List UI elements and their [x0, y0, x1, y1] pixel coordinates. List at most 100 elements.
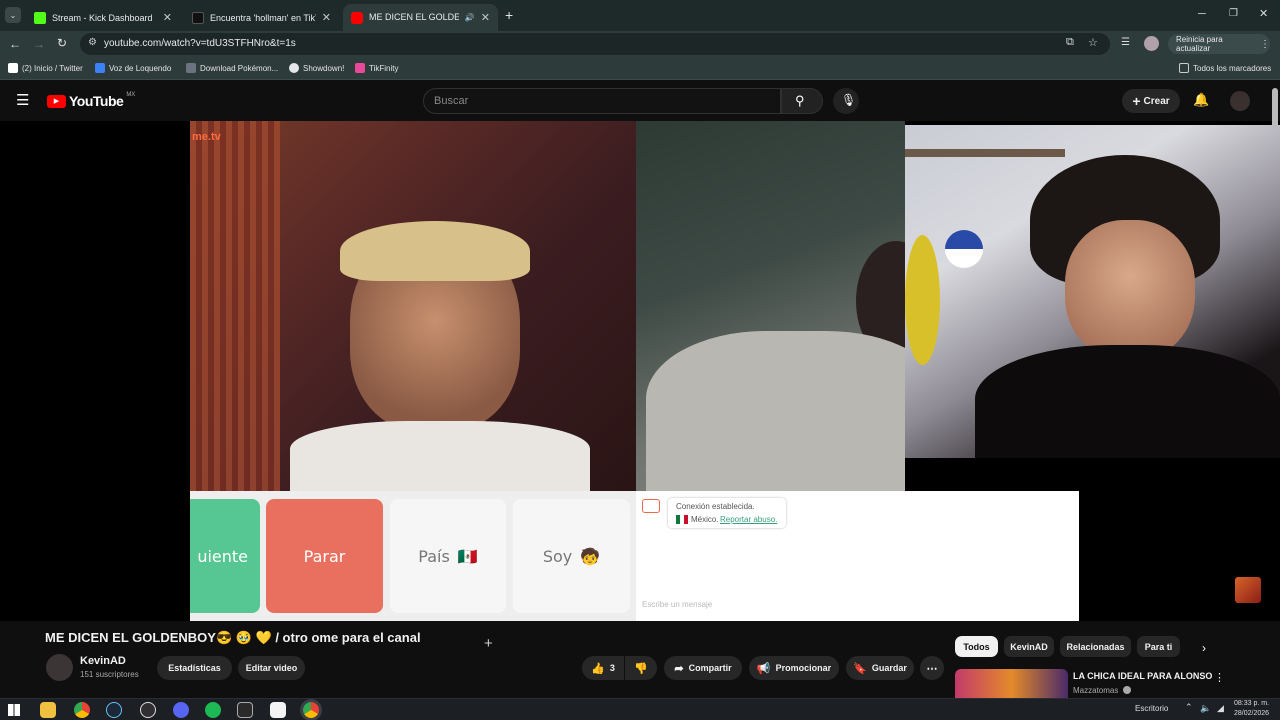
chrome-icon[interactable]	[74, 702, 90, 718]
tab-kick[interactable]: Stream - Kick Dashboard ✕	[26, 4, 180, 31]
page-scrollbar[interactable]	[1272, 88, 1278, 128]
update-label: Reinicia para actualizar	[1176, 35, 1223, 53]
site-info-icon[interactable]: ⚙	[88, 37, 97, 48]
tray-chevron-icon[interactable]: ⌃	[1185, 702, 1193, 713]
address-bar[interactable]: ⚙ youtube.com/watch?v=tdU3STFHNro&t=1s ⧉…	[80, 33, 1110, 55]
bookmark-loquendo[interactable]: Voz de Loquendo	[95, 63, 171, 73]
install-icon[interactable]: ⧉	[1066, 36, 1074, 49]
video-player[interactable]: me.tv uiente Parar País 🇲🇽 Soy 🧒 Conexió…	[0, 121, 1280, 621]
new-tab-button[interactable]: +	[505, 7, 513, 23]
chip-for-you[interactable]: Para ti	[1137, 636, 1180, 657]
next-button[interactable]: uiente	[190, 499, 260, 613]
promote-button[interactable]: 📢 Promocionar	[749, 656, 839, 680]
cursor-crosshair-icon: +	[484, 635, 493, 652]
notifications-bell-icon[interactable]: 🔔	[1193, 92, 1209, 108]
search-input[interactable]: Buscar	[423, 88, 781, 114]
like-button[interactable]: 👍 3	[582, 656, 624, 680]
report-abuse-link[interactable]: Reportar abuso.	[720, 515, 777, 524]
chip-all[interactable]: Todos	[955, 636, 998, 657]
discord-icon[interactable]	[173, 702, 189, 718]
close-icon[interactable]: ✕	[481, 11, 490, 24]
bookmark-tikfinity[interactable]: TikFinity	[355, 63, 398, 73]
speaker-icon[interactable]: 🔊	[465, 13, 475, 22]
close-window-icon[interactable]: ✕	[1259, 7, 1268, 20]
bookmark-star-icon[interactable]: ☆	[1088, 36, 1098, 49]
obs-icon[interactable]	[140, 702, 156, 718]
all-bookmarks[interactable]: Todos los marcadores	[1179, 63, 1271, 73]
clock-date[interactable]: 28/02/2026	[1234, 710, 1269, 717]
streamlabs-icon[interactable]	[270, 702, 286, 718]
desktop-label[interactable]: Escritorio	[1135, 704, 1168, 713]
reload-icon[interactable]: ↻	[57, 36, 67, 50]
update-button[interactable]: Reinicia para actualizar ⋮	[1168, 34, 1270, 54]
share-icon: ➦	[674, 662, 684, 675]
hamburger-menu-icon[interactable]: ☰	[16, 93, 29, 108]
create-button[interactable]: + Crear	[1122, 89, 1180, 113]
spotify-icon[interactable]	[205, 702, 221, 718]
channel-watermark-icon[interactable]	[1235, 577, 1261, 603]
dislike-button[interactable]: 👎	[625, 656, 657, 680]
recommendation-menu-icon[interactable]: ⋮	[1214, 671, 1225, 684]
tab-tiktok[interactable]: Encuentra 'hollman' en TikTok | ✕	[184, 4, 339, 31]
restore-icon[interactable]: ❐	[1229, 8, 1238, 19]
bookmark-label: Download Pokémon...	[200, 63, 279, 73]
menu-dots-icon[interactable]: ⋮	[1260, 39, 1270, 50]
minimize-icon[interactable]: ─	[1198, 8, 1206, 20]
bookmark-showdown[interactable]: Showdown!	[289, 63, 344, 73]
gender-button[interactable]: Soy 🧒	[513, 499, 630, 613]
bookmark-pokemon[interactable]: Download Pokémon...	[186, 63, 278, 73]
folder-icon	[1179, 63, 1189, 73]
chip-channel[interactable]: KevinAD	[1004, 636, 1054, 657]
chip-related[interactable]: Relacionadas	[1060, 636, 1131, 657]
stats-button[interactable]: Estadísticas	[157, 656, 232, 680]
close-icon[interactable]: ✕	[322, 11, 331, 24]
tab-youtube[interactable]: ME DICEN EL GOLDENBOY😎 🔊 ✕	[343, 4, 498, 31]
profile-avatar[interactable]	[1144, 36, 1159, 51]
chat-bubble: Conexión establecida. México. Reportar a…	[668, 498, 786, 528]
bookmark-twitter[interactable]: (2) Inicio / Twitter	[8, 63, 83, 73]
country-label: País	[418, 546, 450, 566]
share-button[interactable]: ➦ Compartir	[664, 656, 742, 680]
chevron-right-icon[interactable]: ›	[1202, 641, 1206, 655]
mexico-flag-icon: 🇲🇽	[457, 546, 478, 566]
edit-label: Editar video	[245, 663, 298, 673]
search-button[interactable]: ⚲	[781, 88, 823, 114]
more-dots-icon: ⋯	[926, 662, 938, 675]
pokeball-figure	[945, 230, 983, 268]
wifi-icon[interactable]: ◢	[1217, 703, 1224, 714]
recommendation-channel[interactable]: Mazzatomas	[1073, 686, 1118, 695]
bookmark-icon: 🔖	[853, 662, 867, 675]
more-actions-button[interactable]: ⋯	[920, 656, 944, 680]
black-area	[1079, 458, 1280, 621]
file-explorer-icon[interactable]	[40, 702, 56, 718]
media-control-icon[interactable]: ☰	[1121, 37, 1130, 48]
clock-time[interactable]: 08:33 p. m.	[1234, 700, 1269, 707]
close-icon[interactable]: ✕	[163, 11, 172, 24]
country-button[interactable]: País 🇲🇽	[390, 499, 506, 613]
steam-icon[interactable]	[106, 702, 122, 718]
create-label: Crear	[1143, 95, 1170, 107]
account-avatar[interactable]	[1230, 91, 1250, 111]
bookmark-label: TikFinity	[369, 63, 399, 73]
channel-avatar[interactable]	[46, 654, 73, 681]
recommendation-thumbnail[interactable]	[955, 669, 1068, 698]
windows-start-icon[interactable]	[8, 704, 20, 716]
youtube-logo[interactable]: ▶ YouTube MX	[47, 92, 135, 109]
voice-search-button[interactable]: 🎙	[833, 88, 859, 114]
forward-icon[interactable]: →	[33, 37, 45, 51]
subscriber-count: 151 suscriptores	[80, 670, 139, 679]
volume-icon[interactable]: 🔈	[1200, 703, 1211, 714]
edit-video-button[interactable]: Editar video	[238, 656, 305, 680]
channel-name[interactable]: KevinAD	[80, 655, 126, 667]
back-icon[interactable]: ←	[9, 37, 21, 51]
tiktok-icon	[192, 11, 204, 24]
pokemon-icon	[186, 63, 196, 73]
recommendation-title[interactable]: LA CHICA IDEAL PARA ALONSO	[1073, 671, 1212, 681]
epic-games-icon[interactable]	[237, 702, 253, 718]
tab-search-dropdown[interactable]: ⌄	[5, 7, 21, 23]
message-input[interactable]: Escribe un mensaje	[642, 600, 712, 609]
chrome-active-icon[interactable]	[303, 702, 319, 718]
browser-toolbar: ← → ↻ ⚙ youtube.com/watch?v=tdU3STFHNro&…	[0, 31, 1280, 58]
stop-button[interactable]: Parar	[266, 499, 383, 613]
save-button[interactable]: 🔖 Guardar	[846, 656, 914, 680]
